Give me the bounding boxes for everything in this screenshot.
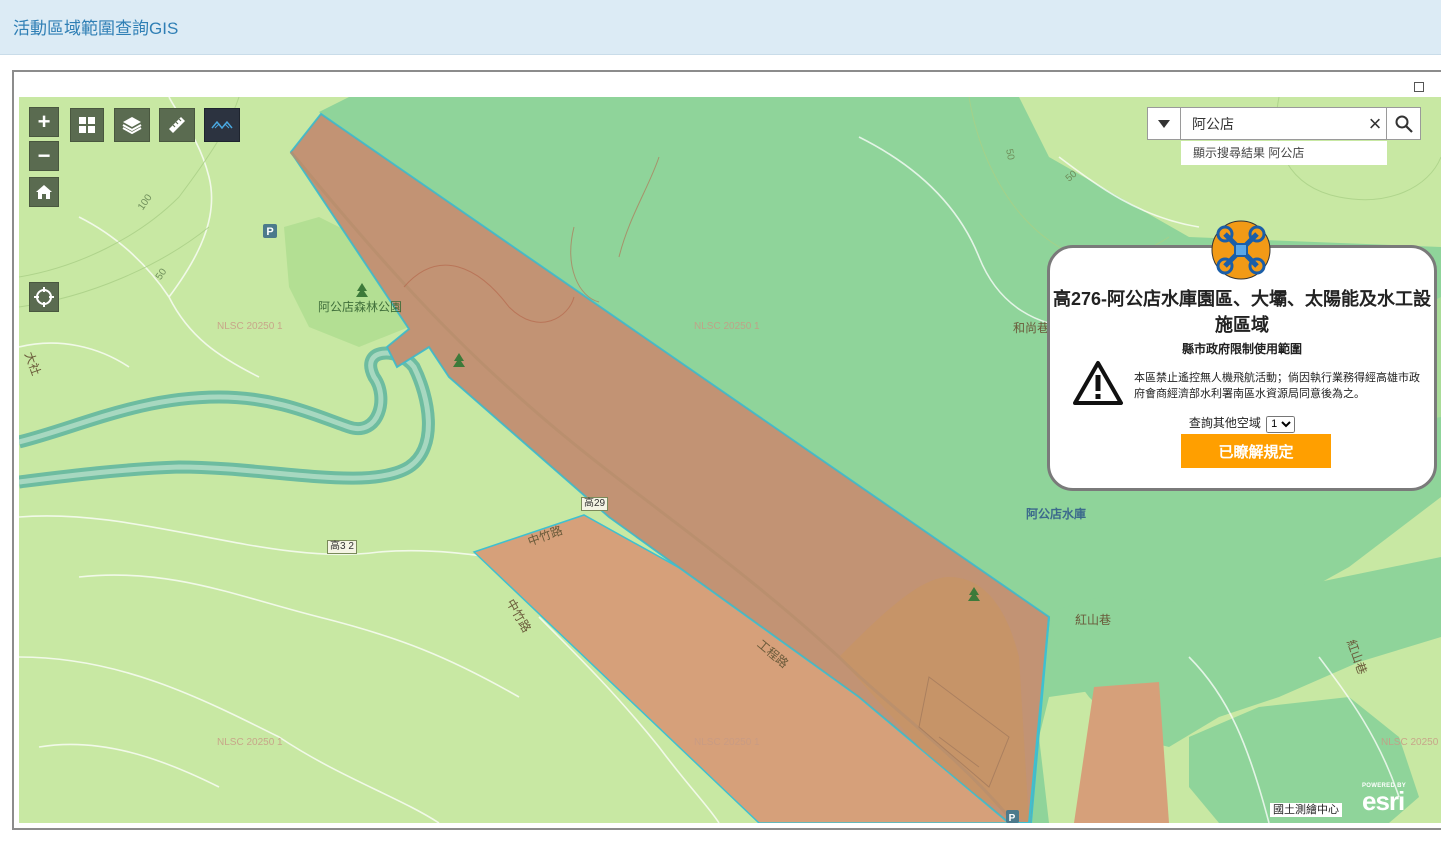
restricted-zone-strip [1074, 682, 1169, 823]
measure-button[interactable] [159, 108, 195, 142]
esri-name: esri [1362, 786, 1405, 816]
popup-notice: 本區禁止遙控無人機飛航活動；倘因執行業務得經高雄市政府會商經濟部水利署南區水資源… [1134, 372, 1420, 400]
other-airspace-row: 查詢其他空域 1 [1050, 414, 1434, 433]
drone-zone-button[interactable] [204, 108, 240, 142]
watermark: NLSC 20250 1 [217, 737, 283, 748]
search-icon [1395, 115, 1413, 133]
river [19, 346, 435, 489]
acknowledge-button[interactable]: 已瞭解規定 [1181, 434, 1331, 468]
drone-zone-icon [211, 120, 233, 130]
zone-info-popup: 高276-阿公店水庫園區、大壩、太陽能及水工設施區域 縣市政府限制使用範圍 本區… [1047, 245, 1437, 491]
map-attribution: 國土測繪中心 [1270, 803, 1342, 817]
svg-text:P: P [266, 226, 273, 238]
layers-icon [122, 117, 142, 134]
zoom-in-button[interactable]: + [29, 107, 59, 137]
route-shield-kao29: 高29 [581, 497, 609, 511]
caret-down-icon [1158, 119, 1170, 128]
watermark: NLSC 20250 1 [694, 737, 760, 748]
app-title: 活動區域範圍查詢GIS [13, 19, 179, 38]
home-button[interactable] [29, 177, 59, 207]
close-icon: × [1368, 110, 1382, 136]
clear-search-button[interactable]: × [1364, 108, 1386, 139]
park-label: 阿公店森林公園 [318, 300, 403, 314]
app-header: 活動區域範圍查詢GIS [0, 0, 1441, 55]
zoom-out-button[interactable]: − [29, 141, 59, 171]
hongshan-lane-label: 紅山巷 [1075, 613, 1112, 627]
watermark: NLSC 20250 1 [217, 321, 283, 332]
plus-icon: + [37, 109, 51, 134]
svg-text:P: P [1009, 813, 1016, 823]
search-widget: × [1147, 107, 1421, 140]
route-shield-kao32: 高3 2 [327, 540, 357, 554]
popup-title: 高276-阿公店水庫園區、大壩、太陽能及水工設施區域 [1052, 289, 1432, 335]
contour-label: 50 [1003, 148, 1016, 161]
search-suggestion[interactable]: 顯示搜尋結果 阿公店 [1181, 141, 1387, 165]
ruler-icon [169, 117, 185, 133]
watermark: NLSC 20250 1 [1381, 737, 1441, 748]
locate-button[interactable] [29, 282, 59, 312]
airspace-select[interactable]: 1 [1266, 415, 1296, 433]
watermark: NLSC 20250 1 [694, 321, 760, 332]
reservoir-label: 阿公店水庫 [1026, 507, 1087, 521]
map-frame-bar [19, 76, 1441, 96]
esri-logo[interactable]: POWERED BY esri [1362, 783, 1406, 815]
search-source-dropdown[interactable] [1148, 108, 1181, 139]
popup-subtitle: 縣市政府限制使用範圍 [1181, 342, 1302, 356]
query-label: 查詢其他空域 [1188, 416, 1261, 430]
home-icon [36, 185, 52, 199]
drone-icon [1211, 220, 1271, 280]
heshang-lane-label: 和尚巷 [1013, 321, 1050, 335]
minus-icon: − [37, 143, 51, 168]
grid-icon [79, 117, 95, 133]
layer-list-button[interactable] [114, 108, 150, 142]
maximize-icon[interactable] [1414, 82, 1424, 92]
crosshair-icon [34, 287, 54, 307]
warning-icon [1073, 361, 1123, 405]
search-input[interactable] [1182, 110, 1374, 138]
search-button[interactable] [1386, 108, 1421, 139]
basemap-gallery-button[interactable] [70, 108, 104, 142]
